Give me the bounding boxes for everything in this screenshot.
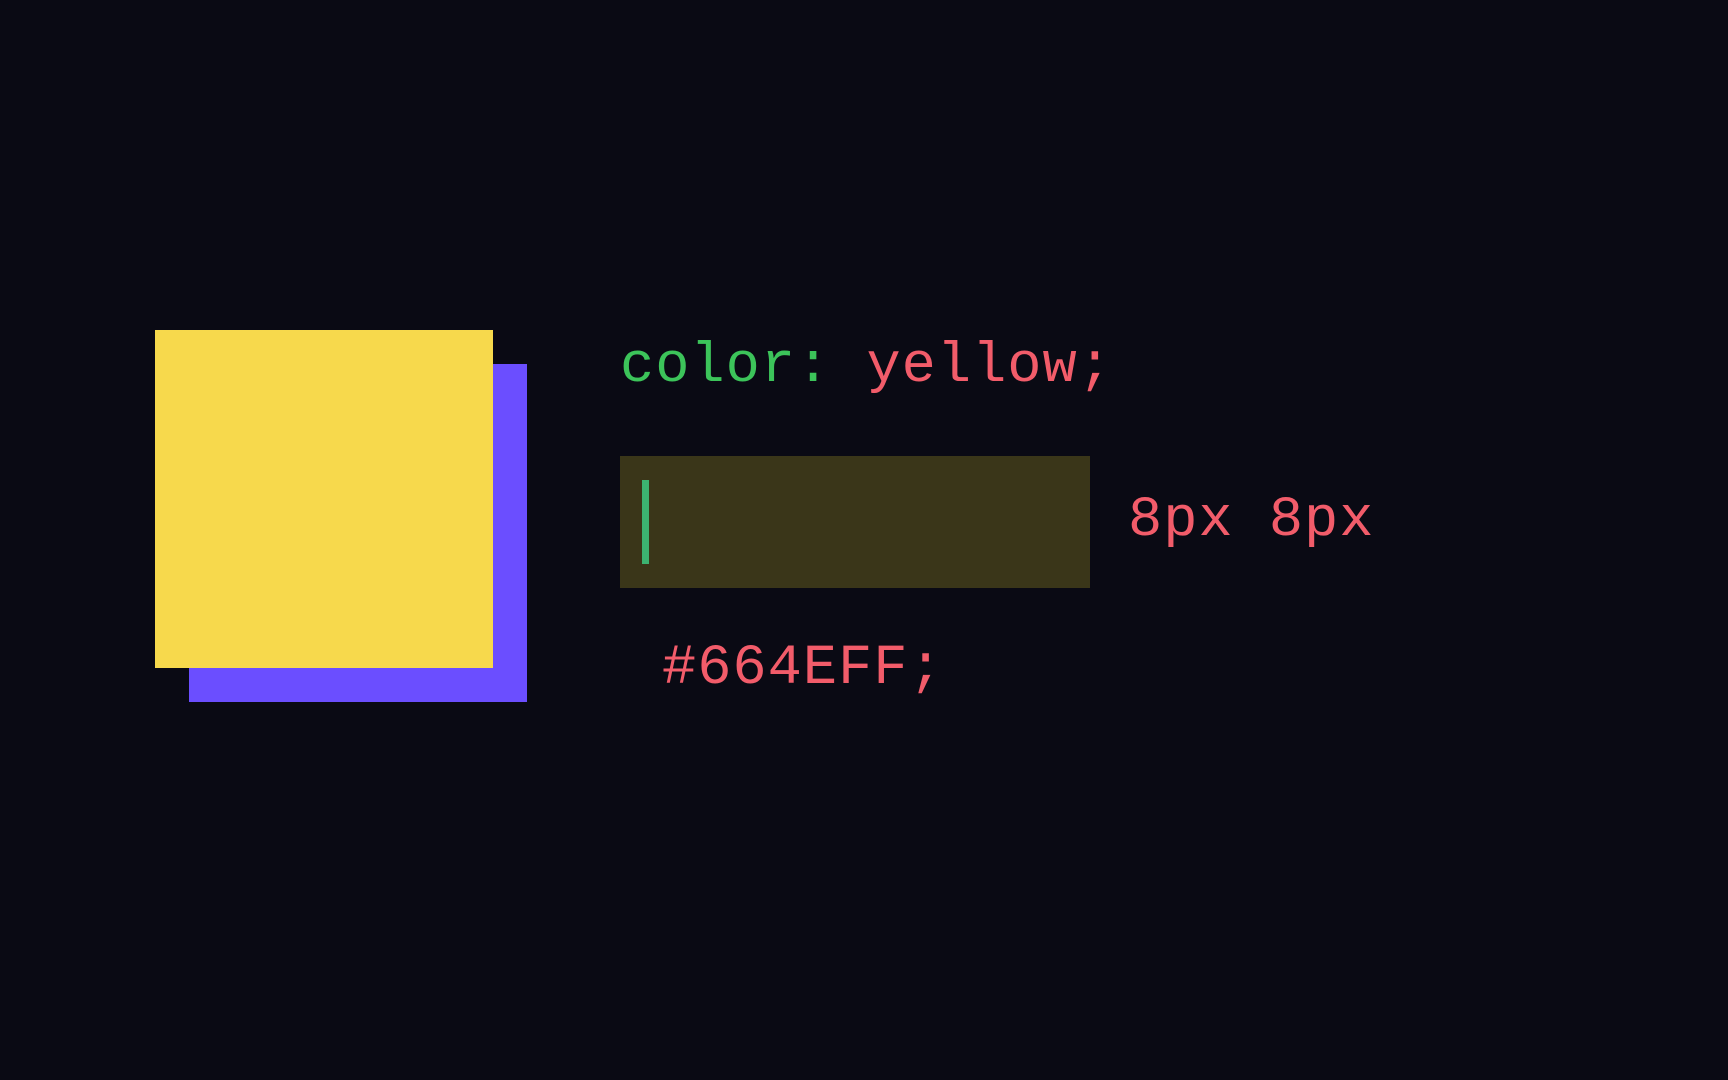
css-code-block: color: yellow; 8px 8px #664EFF;: [620, 328, 1374, 710]
code-line-2: 8px 8px: [620, 456, 1374, 588]
css-colon: :: [796, 335, 831, 399]
code-input-field[interactable]: [620, 456, 1090, 588]
css-semicolon: ;: [908, 637, 943, 701]
css-hex-color: #664EFF: [662, 637, 908, 701]
css-shadow-offset: 8px 8px: [1128, 482, 1374, 562]
css-value: yellow: [866, 335, 1077, 399]
code-line-1: color: yellow;: [620, 328, 1374, 408]
css-property: color: [620, 335, 796, 399]
css-semicolon: ;: [1078, 335, 1113, 399]
code-line-3: #664EFF;: [620, 630, 1374, 710]
main-color-square: [155, 330, 493, 668]
text-cursor: [642, 480, 649, 564]
